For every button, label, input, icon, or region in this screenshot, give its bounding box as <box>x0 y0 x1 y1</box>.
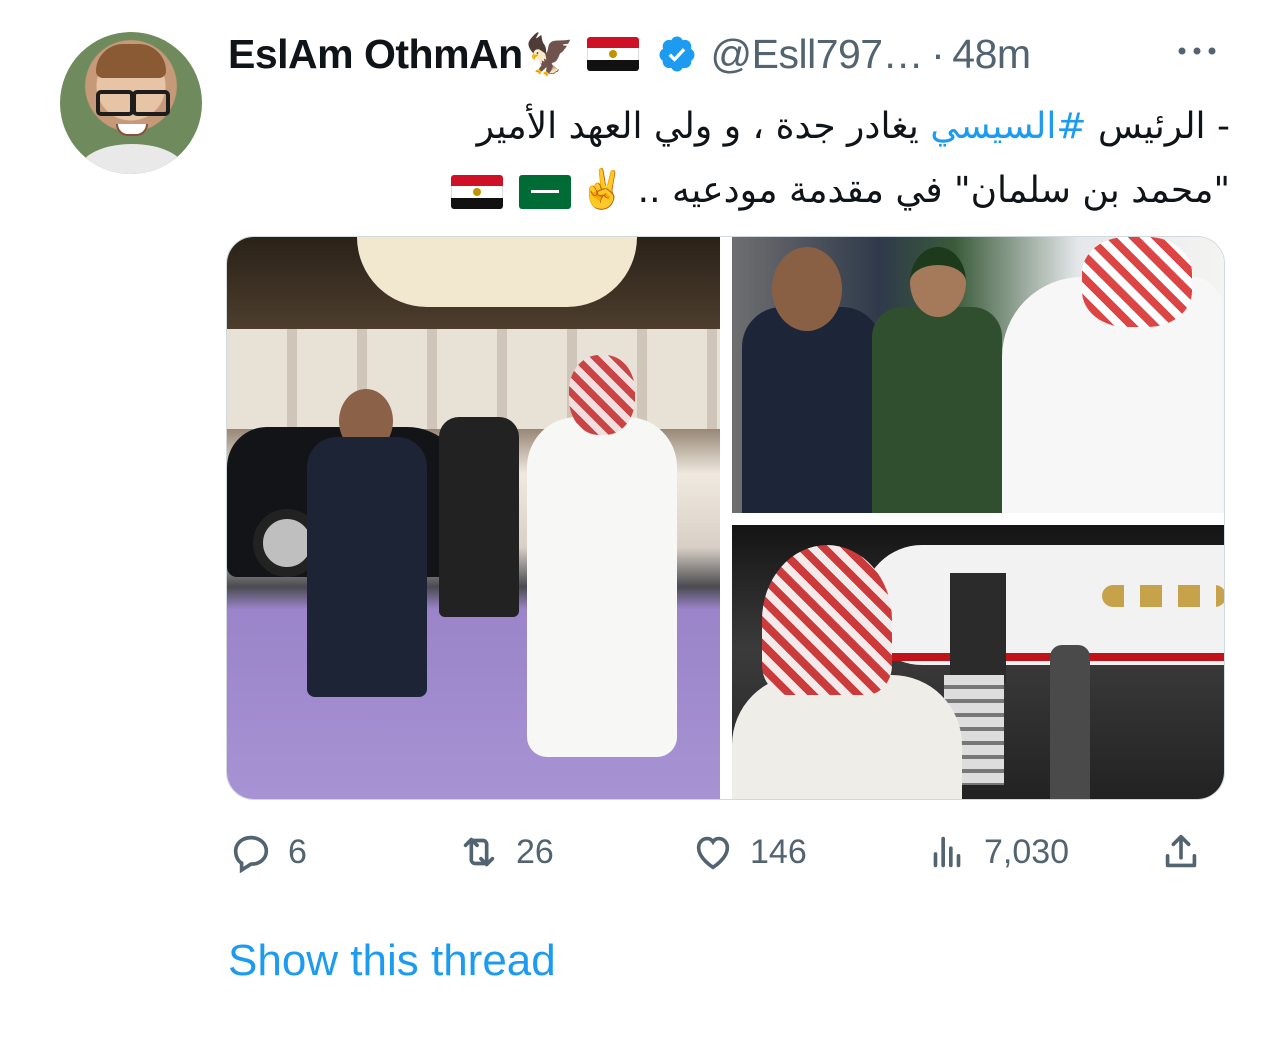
author-handle[interactable]: @Esll797… <box>711 31 924 78</box>
views-icon <box>933 836 961 868</box>
retweet-count: 26 <box>516 832 554 871</box>
tweet-text-line2: "محمد بن سلمان" في مقدمة مودعيه .. <box>626 170 1230 211</box>
share-button[interactable] <box>1158 824 1204 880</box>
reply-button[interactable]: 6 <box>228 824 307 880</box>
retweet-icon <box>463 837 495 867</box>
author-display-name[interactable]: EslAm OthmAn <box>228 31 523 78</box>
airplane-photo[interactable] <box>732 525 1224 799</box>
tweet-text: - الرئيس #السيسي يغادر جدة ، و ولي العهد… <box>300 96 1230 222</box>
more-options-icon[interactable] <box>1172 36 1222 66</box>
like-button[interactable]: 146 <box>690 824 807 880</box>
like-count: 146 <box>750 832 807 871</box>
header-separator: · <box>931 30 945 77</box>
avatar-shirt <box>80 144 184 174</box>
eagle-emoji-icon: 🦅 <box>524 32 575 77</box>
egypt-flag-icon <box>586 37 639 71</box>
views-count: 7,030 <box>984 832 1070 871</box>
walking-photo[interactable] <box>227 237 720 799</box>
media-grid <box>226 236 1225 800</box>
saudi-flag-icon <box>518 175 571 209</box>
share-icon <box>1165 834 1197 868</box>
tweet-time[interactable]: 48m <box>952 31 1031 78</box>
tweet-header: EslAm OthmAn 🦅 @Esll797… · 48m <box>228 28 1031 80</box>
retweet-button[interactable]: 26 <box>456 824 554 880</box>
victory-hand-icon: ✌️ <box>578 167 627 211</box>
tweet-actions: 6 26 146 7,030 <box>228 824 1228 880</box>
reply-count: 6 <box>288 832 307 871</box>
tweet-text-line-2: "محمد بن سلمان" في مقدمة مودعيه .. ✌️ <box>300 158 1230 222</box>
author-avatar[interactable] <box>60 32 202 174</box>
verified-badge-icon[interactable] <box>657 34 697 74</box>
avatar-glasses <box>96 90 170 116</box>
avatar-hair <box>96 44 166 78</box>
heart-icon <box>696 836 730 870</box>
reply-icon <box>233 835 269 874</box>
tweet-text-line-1: - الرئيس #السيسي يغادر جدة ، و ولي العهد… <box>300 96 1230 158</box>
views-button[interactable]: 7,030 <box>924 824 1069 880</box>
show-thread-link[interactable]: Show this thread <box>228 936 556 986</box>
egypt-flag-icon <box>450 175 503 209</box>
handshake-photo[interactable] <box>732 237 1224 513</box>
tweet-text-prefix: - الرئيس <box>1086 106 1230 147</box>
tweet-text-suffix: يغادر جدة ، و ولي العهد الأمير <box>476 106 931 147</box>
hashtag-link[interactable]: #السيسي <box>930 106 1086 147</box>
avatar-smile <box>116 124 148 136</box>
